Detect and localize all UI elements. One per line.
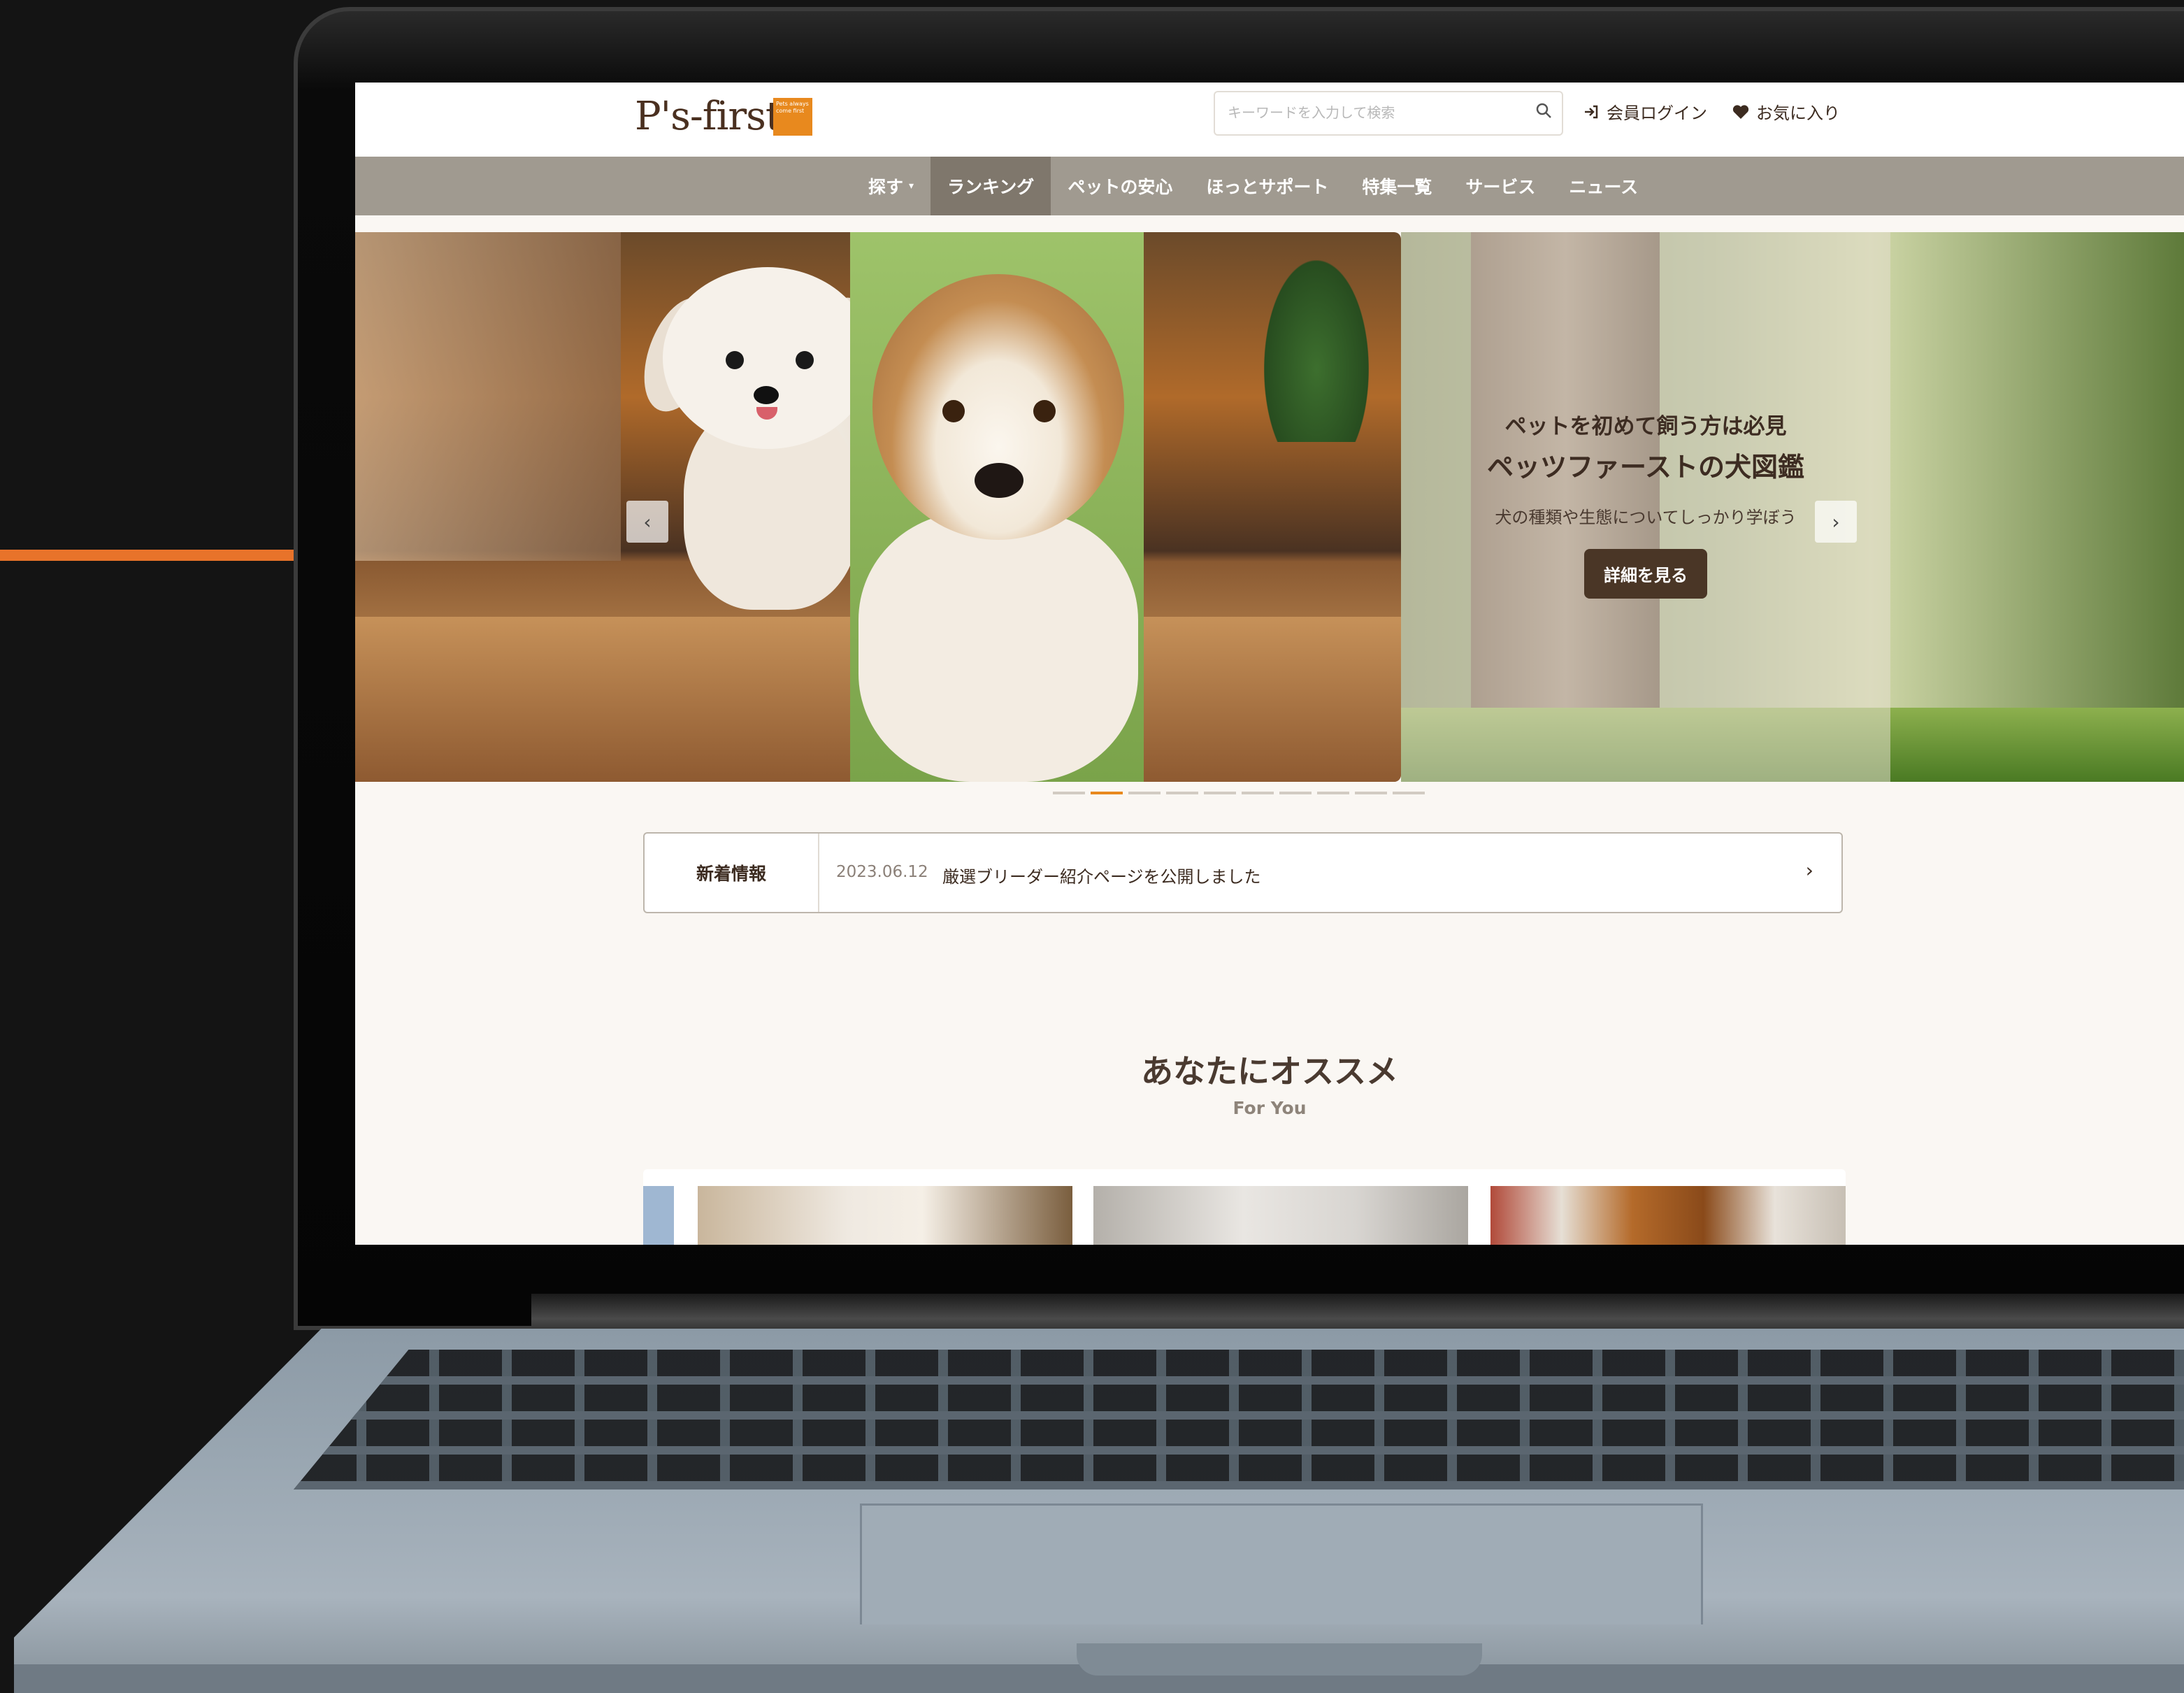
carousel-dot[interactable] (1279, 792, 1312, 794)
puppy-eye (942, 400, 965, 422)
carousel-dot[interactable] (1317, 792, 1349, 794)
puppy-head (663, 267, 872, 449)
login-icon (1585, 105, 1598, 118)
laptop-keyboard-rows (294, 1350, 2184, 1490)
hero-title: ペッツファーストの犬図鑑 (1486, 452, 1805, 483)
carousel-dot[interactable] (1053, 792, 1085, 794)
login-link[interactable]: 会員ログイン (1583, 99, 1707, 124)
nav-item-ranking[interactable]: ランキング (931, 157, 1051, 215)
search-box[interactable] (1214, 91, 1563, 136)
recommend-subtitle: For You (1233, 1098, 1307, 1118)
recommend-cards (643, 1169, 1846, 1245)
chevron-left-icon: ‹ (643, 510, 652, 534)
chevron-right-icon[interactable]: › (1806, 859, 1813, 882)
puppy-head (872, 274, 1124, 540)
browser-screen: P's-first Pets always come first 会員ログイン … (355, 83, 2184, 1245)
nav-item-search[interactable]: 探す ▾ (852, 157, 931, 215)
nav-label: ランキング (947, 177, 1035, 197)
recommend-card[interactable] (1093, 1186, 1468, 1245)
carousel-dot-active[interactable] (1091, 792, 1123, 794)
site-logo[interactable]: P's-first (635, 94, 781, 139)
nav-item-services[interactable]: サービス (1449, 157, 1552, 215)
heart-icon (1732, 104, 1749, 119)
nav-item-hot-support[interactable]: ほっとサポート (1189, 157, 1345, 215)
nav-label: サービス (1465, 177, 1536, 197)
search-icon[interactable] (1535, 102, 1552, 119)
carousel-prev-button[interactable]: ‹ (626, 501, 668, 543)
news-date: 2023.06.12 (836, 863, 928, 881)
orange-accent-line (0, 550, 296, 561)
nav-label: ペットの安心 (1068, 177, 1173, 197)
background-wall (355, 232, 621, 561)
chevron-down-icon: ▾ (909, 180, 914, 192)
news-label: 新着情報 (645, 834, 819, 912)
hero-subtitle: ペットを初めて飼う方は必見 (1504, 414, 1787, 439)
puppy-nose (754, 386, 779, 404)
nav-label: ほっとサポート (1206, 177, 1329, 197)
favorites-label: お気に入り (1756, 103, 1840, 123)
carousel-dot[interactable] (1128, 792, 1161, 794)
nav-label: 特集一覧 (1362, 177, 1432, 197)
nav-item-news[interactable]: ニュース (1552, 157, 1655, 215)
nav-label: 探す (868, 177, 904, 197)
carousel-next-button[interactable]: › (1815, 501, 1857, 543)
nav-item-pet-safety[interactable]: ペットの安心 (1051, 157, 1189, 215)
nav-item-features[interactable]: 特集一覧 (1345, 157, 1449, 215)
logo-badge: Pets always come first (773, 98, 812, 136)
news-headline[interactable]: 厳選ブリーダー紹介ページを公開しました (942, 863, 1261, 887)
hero-carousel: ペットを初めて飼う方は必見 ペッツファーストの犬図鑑 犬の種類や生態についてしっ… (355, 232, 2184, 782)
puppy-eye (796, 351, 814, 369)
chevron-right-icon: › (1832, 510, 1840, 534)
nav-label: ニュース (1569, 177, 1639, 197)
puppy-nose (975, 463, 1023, 498)
laptop-trackpad (860, 1503, 1703, 1624)
site-header: P's-first Pets always come first 会員ログイン … (355, 83, 2184, 157)
recommend-card[interactable] (643, 1186, 674, 1245)
favorites-link[interactable]: お気に入り (1732, 99, 1840, 124)
puppy-eye (1033, 400, 1056, 422)
recommend-card[interactable] (1490, 1186, 1846, 1245)
main-nav: 探す ▾ ランキング ペットの安心 ほっとサポート 特集一覧 サービス ニュース (355, 157, 2184, 215)
search-input[interactable] (1226, 92, 1523, 133)
carousel-dot[interactable] (1204, 792, 1236, 794)
carousel-dot[interactable] (1166, 792, 1198, 794)
carousel-dots (1053, 792, 1425, 794)
details-button[interactable]: 詳細を見る (1584, 549, 1707, 599)
puppy-body (858, 512, 1138, 782)
laptop-front-notch (1077, 1643, 1482, 1676)
login-label: 会員ログイン (1607, 103, 1707, 123)
news-bar[interactable]: 新着情報 2023.06.12 厳選ブリーダー紹介ページを公開しました › (643, 832, 1843, 913)
background-plant (1264, 260, 1369, 442)
carousel-dot[interactable] (1355, 792, 1387, 794)
carousel-dot[interactable] (1393, 792, 1425, 794)
recommend-card[interactable] (698, 1186, 1072, 1245)
carousel-dot[interactable] (1242, 792, 1274, 794)
recommend-title: あなたにオススメ (1141, 1052, 1398, 1090)
puppy-eye (726, 351, 744, 369)
